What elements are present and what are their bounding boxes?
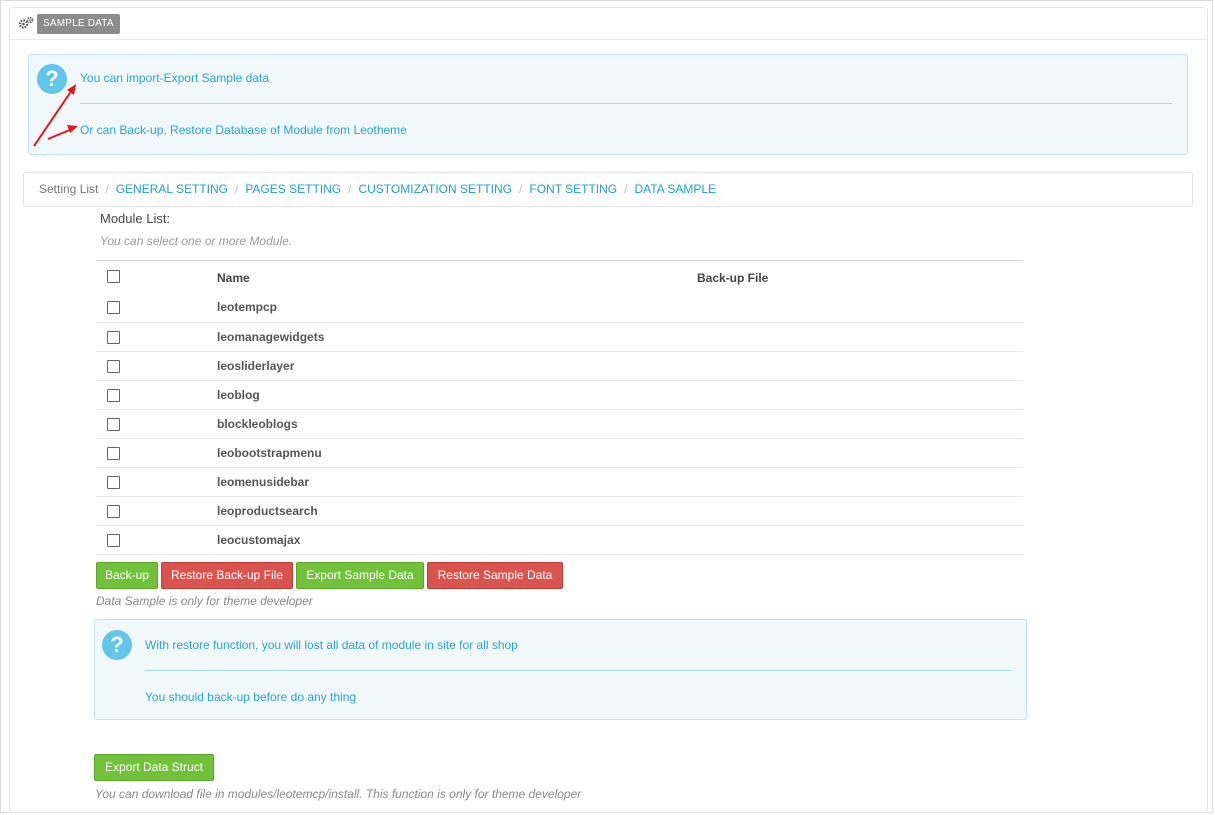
intro-separator	[80, 103, 1172, 104]
warning-line-2: You should back-up before do any thing	[145, 690, 357, 704]
module-checkbox[interactable]	[107, 534, 120, 547]
module-name: leosliderlayer	[217, 359, 295, 373]
warning-line-1: With restore function, you will lost all…	[145, 638, 518, 652]
warning-separator	[145, 670, 1011, 671]
annotation-arrows	[33, 84, 78, 147]
export-data-struct-button[interactable]: Export Data Struct	[94, 754, 214, 781]
table-row: leotempcp	[96, 293, 1023, 323]
breadcrumb-root: Setting List	[39, 182, 99, 196]
module-checkbox[interactable]	[107, 331, 120, 344]
gears-icon	[18, 16, 34, 29]
intro-info-box: ? You can import-Export Sample data Or c…	[28, 54, 1188, 155]
table-row: leocustomajax	[96, 526, 1023, 555]
table-row: leomenusidebar	[96, 468, 1023, 497]
module-checkbox[interactable]	[107, 360, 120, 373]
table-row: leobootstrapmenu	[96, 439, 1023, 468]
module-name: leotempcp	[217, 300, 278, 314]
module-name: blockleoblogs	[217, 417, 298, 431]
breadcrumb-font-setting[interactable]: FONT SETTING	[529, 182, 617, 196]
module-name: leoproductsearch	[217, 504, 318, 518]
breadcrumb-customization-setting[interactable]: CUSTOMIZATION SETTING	[358, 182, 512, 196]
module-table: Name Back-up File leotempcp leomanagewid…	[96, 260, 1023, 555]
module-name: leomenusidebar	[217, 475, 310, 489]
module-name: leocustomajax	[217, 533, 301, 547]
column-header-backup-file: Back-up File	[697, 271, 769, 285]
column-header-name: Name	[217, 271, 250, 285]
module-name: leomanagewidgets	[217, 330, 325, 344]
module-checkbox[interactable]	[107, 505, 120, 518]
restore-backup-file-button[interactable]: Restore Back-up File	[161, 562, 293, 589]
export-struct-note: You can download file in modules/leotemc…	[95, 787, 582, 801]
table-row: blockleoblogs	[96, 410, 1023, 439]
table-row: leosliderlayer	[96, 352, 1023, 381]
intro-line-1: You can import-Export Sample data	[80, 71, 269, 85]
module-list-label: Module List:	[100, 211, 171, 226]
question-icon: ?	[102, 630, 132, 660]
table-row: leoblog	[96, 381, 1023, 410]
module-name: leoblog	[217, 388, 260, 402]
restore-sample-data-button[interactable]: Restore Sample Data	[427, 562, 563, 589]
breadcrumb-pages-setting[interactable]: PAGES SETTING	[245, 182, 341, 196]
export-sample-data-button[interactable]: Export Sample Data	[296, 562, 424, 589]
table-header-row: Name Back-up File	[96, 261, 1023, 293]
module-checkbox[interactable]	[107, 389, 120, 402]
breadcrumb: Setting List / GENERAL SETTING / PAGES SETTI…	[23, 172, 1193, 207]
data-sample-note: Data Sample is only for theme developer	[96, 594, 313, 608]
section-title-badge: SAMPLE DATA	[37, 14, 120, 34]
breadcrumb-general-setting[interactable]: GENERAL SETTING	[116, 182, 228, 196]
select-all-checkbox[interactable]	[107, 270, 120, 283]
module-checkbox[interactable]	[107, 301, 120, 314]
breadcrumb-data-sample[interactable]: DATA SAMPLE	[634, 182, 716, 196]
table-row: leomanagewidgets	[96, 323, 1023, 352]
module-checkbox[interactable]	[107, 418, 120, 431]
module-checkbox[interactable]	[107, 476, 120, 489]
backup-button[interactable]: Back-up	[96, 562, 158, 589]
restore-warning-box: ? With restore function, you will lost a…	[94, 619, 1027, 720]
intro-line-2: Or can Back-up, Restore Database of Modu…	[80, 123, 407, 137]
module-checkbox[interactable]	[107, 447, 120, 460]
module-list-help: You can select one or more Module.	[100, 234, 293, 248]
panel-header: SAMPLE DATA	[10, 8, 1207, 40]
module-name: leobootstrapmenu	[217, 446, 322, 460]
table-row: leoproductsearch	[96, 497, 1023, 526]
